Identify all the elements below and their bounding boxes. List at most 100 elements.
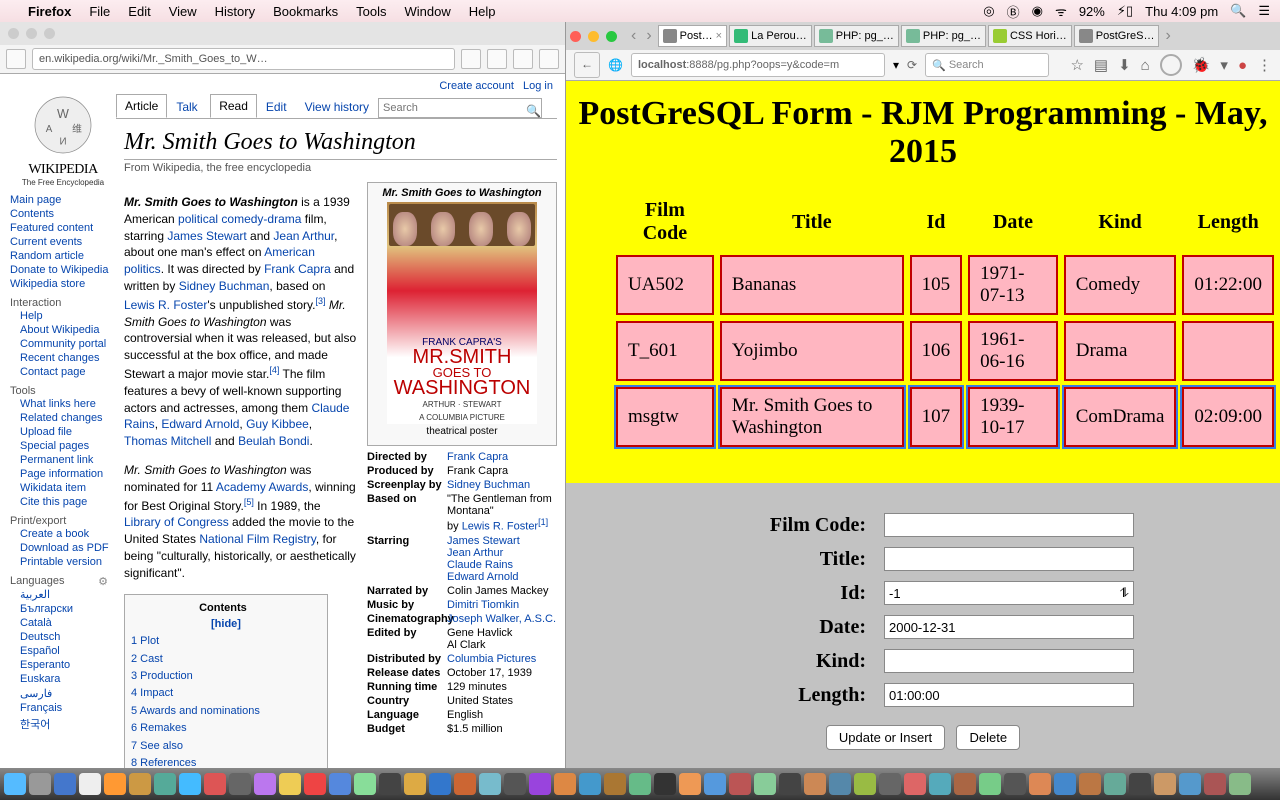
dock-item[interactable] [1029,773,1051,795]
clock[interactable]: Thu 4:09 pm [1145,4,1218,19]
spotlight-icon[interactable]: 🔍 [1230,3,1246,19]
lang-link[interactable]: Français [20,701,116,715]
search-icon[interactable]: 🔍 [526,104,541,118]
dock-item[interactable] [354,773,376,795]
login-link[interactable]: Log in [523,80,553,92]
kind-input[interactable] [884,649,1134,673]
lang-link[interactable]: Български [20,602,116,616]
dock-item[interactable] [154,773,176,795]
link[interactable]: Edward Arnold [447,571,519,583]
traffic-close[interactable] [570,31,581,42]
browser-tab[interactable]: PHP: pg_… [814,25,899,47]
menu-window[interactable]: Window [405,4,451,19]
status-icon[interactable]: ◉ [1032,3,1043,19]
dock-item[interactable] [704,773,726,795]
link[interactable]: Thomas Mitchell [124,434,211,448]
tab-prev[interactable]: ‹ [627,27,640,45]
lang-link[interactable]: Español [20,644,116,658]
link[interactable]: Lewis R. Foster [462,521,538,533]
url-bar[interactable]: en.wikipedia.org/wiki/Mr._Smith_Goes_to_… [32,48,455,70]
toolbar-icon[interactable]: ⋮ [1257,56,1272,74]
dock-item[interactable] [454,773,476,795]
link[interactable]: Library of Congress [124,515,229,529]
dock-item[interactable] [829,773,851,795]
toc-item[interactable]: 6 Remakes [131,720,321,737]
back-button[interactable]: ← [574,52,600,78]
browser-tab[interactable]: Post…× [658,25,727,47]
dock-item[interactable] [929,773,951,795]
toc-item[interactable]: 5 Awards and nominations [131,703,321,720]
browser-tab[interactable]: La Perou… [729,25,812,47]
nav-featured[interactable]: Featured content [10,221,116,235]
dropdown-icon[interactable]: ▾ [1220,56,1228,74]
dock-item[interactable] [1129,773,1151,795]
dock-item[interactable] [529,773,551,795]
dock-item[interactable] [179,773,201,795]
menu-view[interactable]: View [169,4,197,19]
link[interactable]: Frank Capra [447,451,508,463]
toolbar-button[interactable] [513,49,533,69]
toc-item[interactable]: 2 Cast [131,651,321,668]
reference[interactable]: [5] [244,497,254,507]
menu-tools[interactable]: Tools [356,4,386,19]
dock-item[interactable] [429,773,451,795]
nav-contact[interactable]: Contact page [20,365,116,379]
browser-tab[interactable]: PHP: pg_… [901,25,986,47]
lang-link[interactable]: 한국어 [20,715,116,733]
title-input[interactable] [884,547,1134,571]
reference[interactable]: [4] [269,365,279,375]
dock-item[interactable] [1054,773,1076,795]
lang-link[interactable]: العربية [20,587,116,602]
nav-store[interactable]: Wikipedia store [10,277,116,291]
nav-wikidata[interactable]: Wikidata item [20,481,116,495]
dock-item[interactable] [304,773,326,795]
dock-item[interactable] [579,773,601,795]
link[interactable]: Frank Capra [264,262,331,276]
nav-book[interactable]: Create a book [20,527,116,541]
dock-item[interactable] [854,773,876,795]
back-button[interactable] [6,49,26,69]
film-code-input[interactable] [884,513,1134,537]
dock-item[interactable] [804,773,826,795]
stepper-icon[interactable]: ⥮ [1120,585,1129,601]
dock-item[interactable] [754,773,776,795]
toc-item[interactable]: 4 Impact [131,685,321,702]
reference[interactable]: [3] [316,296,326,306]
nav-pageinfo[interactable]: Page information [20,467,116,481]
date-input[interactable] [884,615,1134,639]
dock-item[interactable] [54,773,76,795]
dock-item[interactable] [1104,773,1126,795]
reload-button[interactable]: ⟳ [907,58,917,72]
poster-image[interactable]: FRANK CAPRA'S MR.SMITH GOES TO WASHINGTO… [387,202,537,424]
nav-current[interactable]: Current events [10,235,116,249]
nav-related[interactable]: Related changes [20,411,116,425]
nav-cite[interactable]: Cite this page [20,495,116,509]
link[interactable]: Jean Arthur [447,547,503,559]
table-row[interactable]: T_601Yojimbo1061961-06-16Drama [616,321,1274,381]
wifi-icon[interactable]: ᯤ [1055,2,1067,20]
wiki-search-input[interactable] [378,98,542,118]
dock-item[interactable] [379,773,401,795]
tab-read[interactable]: Read [210,94,257,118]
bookmark-icon[interactable]: ☆ [1070,56,1083,74]
dock-item[interactable] [504,773,526,795]
dock-item[interactable] [904,773,926,795]
wikipedia-logo[interactable]: WA维И [28,90,98,160]
dropdown-icon[interactable]: ▾ [893,58,899,72]
link[interactable]: National Film Registry [199,532,315,546]
lang-link[interactable]: Euskara [20,672,116,686]
menu-edit[interactable]: Edit [128,4,150,19]
toolbar-icon[interactable]: 🐞 [1192,56,1211,74]
menu-history[interactable]: History [215,4,255,19]
nav-whatlinks[interactable]: What links here [20,397,116,411]
home-icon[interactable]: ⌂ [1141,57,1150,74]
reload-button[interactable] [461,49,481,69]
traffic-min[interactable] [588,31,599,42]
nav-donate[interactable]: Donate to Wikipedia [10,263,116,277]
link[interactable]: Dimitri Tiomkin [447,599,519,611]
dock-item[interactable] [1079,773,1101,795]
dock-item[interactable] [479,773,501,795]
create-account-link[interactable]: Create account [439,80,514,92]
browser-tab[interactable]: PostGreS… [1074,25,1160,47]
dock-item[interactable] [679,773,701,795]
